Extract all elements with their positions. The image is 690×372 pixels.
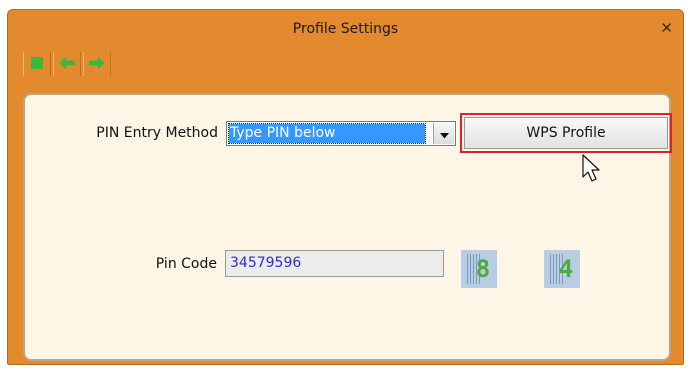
captcha-digit-tile: 4 [544, 250, 580, 288]
captcha-digit-tile: 8 [461, 250, 497, 288]
pin-code-label: Pin Code [155, 256, 217, 272]
back-arrow-icon [58, 55, 76, 74]
chevron-down-icon [439, 124, 449, 143]
stop-button[interactable] [23, 52, 51, 76]
close-button[interactable]: ✕ [660, 19, 673, 37]
wps-profile-button[interactable]: WPS Profile [460, 113, 672, 153]
captcha-digit: 8 [475, 255, 491, 283]
window-title: Profile Settings [292, 21, 399, 37]
pin-entry-method-label: PIN Entry Method [96, 125, 218, 141]
back-button[interactable] [53, 52, 81, 76]
mouse-cursor-icon [580, 152, 600, 188]
stop-icon [30, 55, 44, 74]
captcha-digit: 4 [558, 255, 574, 283]
pin-code-field[interactable]: 34579596 [225, 250, 444, 277]
pin-entry-method-value: Type PIN below [228, 123, 426, 144]
forward-button[interactable] [83, 52, 111, 76]
forward-arrow-icon [88, 55, 106, 74]
dropdown-arrow-button[interactable] [433, 123, 454, 144]
pin-entry-method-select[interactable]: Type PIN below [226, 121, 456, 146]
